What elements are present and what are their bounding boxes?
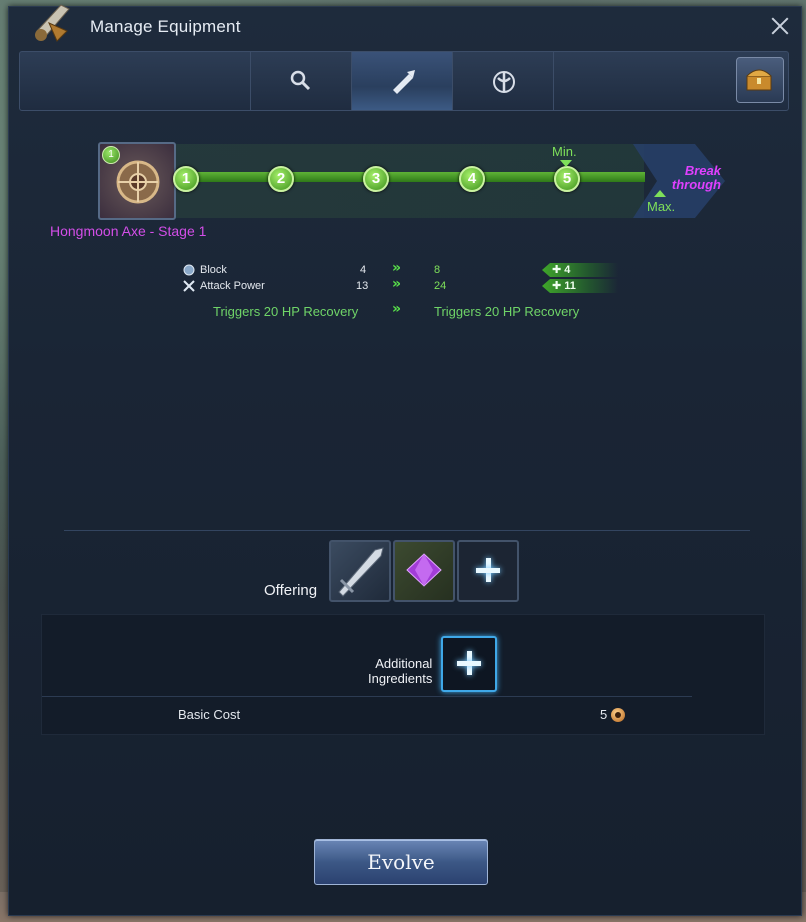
equipment-icon xyxy=(35,4,70,42)
upgrade-arrow-icon: » xyxy=(392,276,401,292)
additional-line1: Additional xyxy=(375,656,433,671)
tab-transform[interactable] xyxy=(452,52,553,110)
stat-new-attack-power: 24 xyxy=(434,280,447,292)
tab-empty xyxy=(553,52,654,110)
stage-node-1: 1 xyxy=(173,166,199,192)
additional-ingredients-label: Additional Ingredients xyxy=(368,656,432,686)
min-label: Min. xyxy=(552,144,577,159)
coin-icon xyxy=(611,708,625,722)
basic-cost-value: 5 xyxy=(600,707,608,722)
stage-node-3: 3 xyxy=(363,166,389,192)
add-offering-slot[interactable] xyxy=(457,540,519,602)
additional-ingredient-slot[interactable] xyxy=(441,636,497,692)
trigger-new: Triggers 20 HP Recovery xyxy=(434,304,580,319)
offering-label: Offering xyxy=(264,582,318,599)
tab-evolve[interactable] xyxy=(351,52,452,110)
stat-delta-value-block: 4 xyxy=(564,264,571,276)
stage-node-5: 5 xyxy=(554,166,580,192)
upgrade-arrow-icon: » xyxy=(392,260,401,276)
additional-line2: Ingredients xyxy=(368,671,433,686)
section-divider xyxy=(64,530,750,531)
evolve-button[interactable]: Evolve xyxy=(314,839,488,885)
panel-divider xyxy=(42,696,692,697)
item-level-badge: 1 xyxy=(102,146,120,164)
manage-equipment-window: Manage Equipment 1 1 2 3 4 5 Min. Max. B… xyxy=(8,4,802,916)
tab-search[interactable] xyxy=(250,52,351,110)
title-bar[interactable]: Manage Equipment xyxy=(9,4,801,47)
min-marker-icon xyxy=(560,160,572,167)
stage-node-4: 4 xyxy=(459,166,485,192)
sword-icon xyxy=(338,547,384,597)
purple-crystal-icon xyxy=(406,553,442,587)
stat-delta-value-attack-power: 11 xyxy=(564,280,576,292)
breakthrough-line2: through xyxy=(671,177,721,192)
close-icon[interactable] xyxy=(769,15,791,37)
chest-button[interactable] xyxy=(736,57,784,103)
stat-delta-attack-power: ✚ 11 xyxy=(542,279,618,293)
plus-icon xyxy=(457,648,481,678)
offering-slot-2[interactable] xyxy=(393,540,455,602)
treasure-chest-icon xyxy=(746,69,772,91)
attack-power-icon xyxy=(183,280,195,292)
offering-slot-1[interactable] xyxy=(329,540,391,602)
ingredients-panel: Additional Ingredients Basic Cost 5 xyxy=(41,614,765,735)
stat-label-block: Block xyxy=(200,264,227,276)
trigger-current: Triggers 20 HP Recovery xyxy=(213,304,359,319)
evolve-tab-icon xyxy=(393,70,415,94)
window-title: Manage Equipment xyxy=(90,17,241,36)
upgrade-arrow-icon: » xyxy=(392,301,401,317)
max-label: Max. xyxy=(647,199,676,214)
stat-current-attack-power: 13 xyxy=(356,280,369,292)
stat-new-block: 8 xyxy=(434,264,441,276)
search-icon xyxy=(290,70,311,91)
basic-cost-label: Basic Cost xyxy=(178,707,241,722)
item-slot[interactable]: 1 xyxy=(98,142,176,220)
transform-tab-icon xyxy=(493,71,515,93)
plus-icon xyxy=(476,555,500,585)
block-icon xyxy=(183,264,195,276)
stat-delta-block: ✚ 4 xyxy=(542,263,618,277)
breakthrough-line1: Break xyxy=(684,163,721,178)
stat-label-attack-power: Attack Power xyxy=(200,280,265,292)
tab-bar xyxy=(19,51,789,111)
stat-current-block: 4 xyxy=(360,264,367,276)
item-name: Hongmoon Axe - Stage 1 xyxy=(50,223,207,239)
stage-node-2: 2 xyxy=(268,166,294,192)
breakthrough-label: Break through xyxy=(661,164,721,192)
